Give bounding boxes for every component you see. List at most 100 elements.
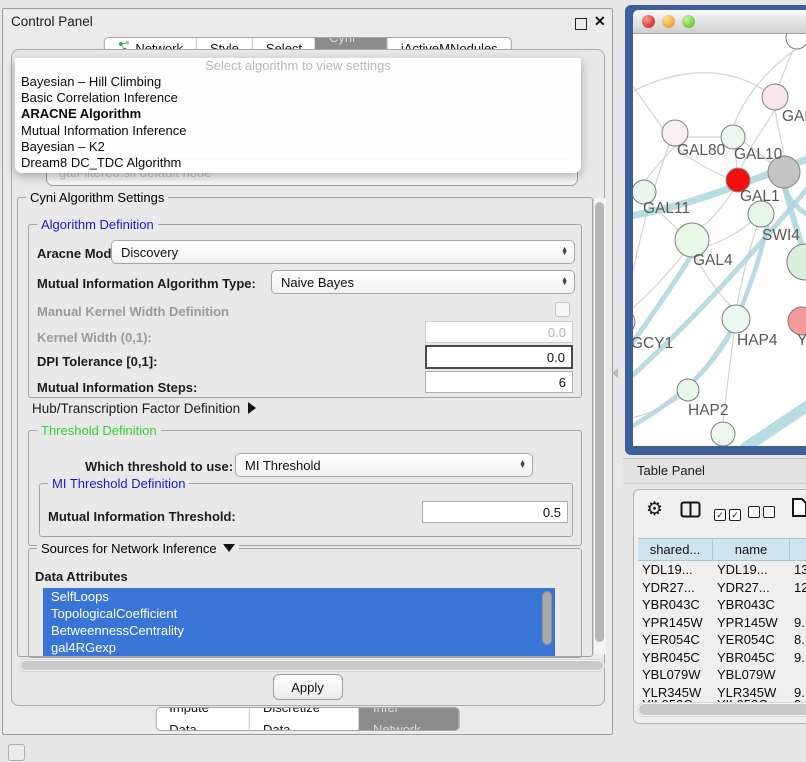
algorithm-popup-menu: Select algorithm to view settings Bayesi… bbox=[15, 58, 581, 173]
popup-placeholder: Select algorithm to view settings bbox=[15, 58, 581, 74]
label-gal4: GAL4 bbox=[693, 252, 733, 269]
tab-discretize-data[interactable]: Discretize Data bbox=[249, 708, 359, 730]
mi-steps-value: 6 bbox=[559, 375, 566, 390]
new-table-icon[interactable] bbox=[791, 497, 806, 523]
stepper-arrows-icon: ▲▼ bbox=[519, 454, 526, 476]
mi-type-value: Naive Bayes bbox=[281, 275, 354, 290]
column-header-partial[interactable] bbox=[790, 538, 806, 561]
manual-kernel-width-checkbox[interactable] bbox=[555, 302, 570, 317]
table-horizontal-scrollbar[interactable] bbox=[637, 702, 806, 717]
table-row[interactable]: YDR27...YDR27...12 bbox=[638, 579, 806, 597]
menu-item-basic-correlation[interactable]: Basic Correlation Inference bbox=[15, 90, 581, 106]
hub-definition-toggle[interactable]: Hub/Transcription Factor Definition bbox=[32, 401, 256, 416]
table-row[interactable]: YPR145WYPR145W9. bbox=[638, 614, 806, 632]
mi-threshold-value: 0.5 bbox=[543, 505, 561, 520]
table-panel-header: Table Panel bbox=[623, 458, 806, 484]
hub-definition-label: Hub/Transcription Factor Definition bbox=[32, 401, 240, 416]
zoom-window-icon[interactable] bbox=[682, 15, 695, 28]
network-canvas[interactable]: GAL GAL80 GAL10 GAL1 GAL11 SWI4 GAL4 GCY… bbox=[633, 34, 806, 446]
which-threshold-combo[interactable]: MI Threshold ▲▼ bbox=[235, 453, 533, 477]
aracne-mode-combo[interactable]: Discovery ▲▼ bbox=[111, 240, 575, 264]
node-hap4[interactable] bbox=[722, 305, 750, 333]
menu-item-aracne[interactable]: ARACNE Algorithm bbox=[15, 106, 581, 122]
label-gal10: GAL10 bbox=[734, 146, 783, 163]
node-partial-bottom[interactable] bbox=[711, 422, 735, 446]
sources-group-title[interactable]: Sources for Network Inference bbox=[37, 541, 239, 556]
table-row[interactable]: YBL079WYBL079W bbox=[638, 666, 806, 684]
network-graph: GAL GAL80 GAL10 GAL1 GAL11 SWI4 GAL4 GCY… bbox=[633, 34, 806, 446]
data-attributes-list: SelfLoops TopologicalCoefficient Between… bbox=[43, 588, 555, 656]
node-partial-right[interactable] bbox=[787, 244, 806, 280]
table-panel-title: Table Panel bbox=[637, 463, 705, 478]
threshold-definition-group: Threshold Definition Which threshold to … bbox=[28, 430, 582, 546]
cyni-algorithm-settings-title: Cyni Algorithm Settings bbox=[26, 190, 168, 205]
node-y-partial[interactable] bbox=[788, 307, 806, 335]
select-all-checks-icon[interactable]: ✓✓ bbox=[714, 505, 744, 523]
close-panel-icon[interactable]: ✕ bbox=[594, 13, 606, 30]
minimized-panel-button[interactable] bbox=[8, 744, 25, 761]
list-scrollbar-thumb[interactable] bbox=[542, 591, 552, 645]
node-hap2[interactable] bbox=[677, 379, 699, 401]
table-header-row: shared... name bbox=[638, 538, 806, 561]
aracne-mode-value: Discovery bbox=[121, 245, 178, 260]
close-window-icon[interactable] bbox=[642, 15, 655, 28]
list-item-topologicalcoefficient[interactable]: TopologicalCoefficient bbox=[43, 605, 555, 622]
label-galx: GAL bbox=[782, 108, 806, 125]
collapse-down-icon bbox=[223, 544, 235, 552]
kernel-width-field[interactable]: 0.0 bbox=[425, 321, 573, 343]
splitter-handle[interactable] bbox=[612, 368, 618, 378]
mi-threshold-field[interactable]: 0.5 bbox=[422, 501, 568, 523]
table-row[interactable]: YDL19...YDL19...13 bbox=[638, 561, 806, 579]
kernel-width-value: 0.0 bbox=[548, 325, 566, 340]
label-hap4: HAP4 bbox=[737, 332, 778, 349]
tab-infer-network-label: Infer Network bbox=[373, 707, 446, 731]
deselect-all-checks-icon[interactable] bbox=[748, 505, 778, 523]
minimize-window-icon[interactable] bbox=[662, 15, 675, 28]
label-gal1: GAL1 bbox=[740, 188, 780, 205]
table-row[interactable]: YBR045CYBR045C9. bbox=[638, 649, 806, 667]
menu-item-bayesian-k2[interactable]: Bayesian – K2 bbox=[15, 139, 581, 155]
network-window-titlebar[interactable] bbox=[633, 10, 806, 34]
dpi-tolerance-value: 0.0 bbox=[547, 350, 565, 365]
settings-horizontal-scrollbar[interactable] bbox=[19, 659, 605, 672]
threshold-definition-title: Threshold Definition bbox=[37, 423, 161, 438]
tab-infer-network[interactable]: Infer Network bbox=[359, 708, 459, 730]
table-row[interactable]: YBR043CYBR043C bbox=[638, 596, 806, 614]
tab-impute-data[interactable]: Impute Data bbox=[156, 708, 249, 730]
stepper-arrows-icon: ▲▼ bbox=[561, 271, 568, 293]
node-partial-top[interactable] bbox=[786, 34, 806, 49]
mi-threshold-group-title: MI Threshold Definition bbox=[48, 476, 189, 491]
apply-button[interactable]: Apply bbox=[273, 674, 343, 700]
gear-icon[interactable]: ⚙ bbox=[646, 498, 663, 521]
dpi-tolerance-field[interactable]: 0.0 bbox=[425, 345, 573, 369]
mi-type-label: Mutual Information Algorithm Type: bbox=[37, 276, 256, 291]
node-gcy1[interactable] bbox=[633, 310, 635, 334]
sources-group-title-label: Sources for Network Inference bbox=[41, 541, 217, 556]
list-item-gal4rgexp[interactable]: gal4RGexp bbox=[43, 639, 555, 656]
menu-item-bayesian-hill-climbing[interactable]: Bayesian – Hill Climbing bbox=[15, 74, 581, 90]
which-threshold-label: Which threshold to use: bbox=[85, 459, 233, 474]
control-panel-title: Control Panel bbox=[11, 14, 93, 29]
control-panel-window: Control Panel ✕ Network Style Select bbox=[2, 8, 613, 735]
column-header-shared[interactable]: shared... bbox=[638, 538, 713, 561]
mi-steps-field[interactable]: 6 bbox=[425, 371, 573, 393]
screen: Control Panel ✕ Network Style Select bbox=[0, 0, 806, 762]
algorithm-definition-title: Algorithm Definition bbox=[37, 217, 158, 232]
label-hap2: HAP2 bbox=[688, 402, 729, 419]
network-window: GAL GAL80 GAL10 GAL1 GAL11 SWI4 GAL4 GCY… bbox=[625, 5, 806, 455]
cyni-bottom-tabbar: Impute Data Discretize Data Infer Networ… bbox=[155, 707, 460, 731]
menu-item-mutual-information[interactable]: Mutual Information Inference bbox=[15, 123, 581, 139]
label-gal80: GAL80 bbox=[677, 142, 726, 159]
mi-type-combo[interactable]: Naive Bayes ▲▼ bbox=[271, 270, 575, 294]
table-window: ⚙ ✓✓ shared... name YDL19...YDL19...13 Y… bbox=[633, 489, 806, 724]
float-panel-icon[interactable] bbox=[575, 18, 587, 30]
expand-right-icon bbox=[248, 402, 256, 414]
list-item-betweennesscentrality[interactable]: BetweennessCentrality bbox=[43, 622, 555, 639]
columns-icon[interactable] bbox=[680, 501, 701, 523]
settings-vertical-scrollbar[interactable] bbox=[593, 198, 606, 654]
node-galx[interactable] bbox=[762, 84, 788, 110]
table-row[interactable]: YER054CYER054C8. bbox=[638, 631, 806, 649]
menu-item-dream8[interactable]: Dream8 DC_TDC Algorithm bbox=[15, 155, 581, 171]
list-item-selfloops[interactable]: SelfLoops bbox=[43, 588, 555, 605]
column-header-name[interactable]: name bbox=[713, 538, 790, 561]
